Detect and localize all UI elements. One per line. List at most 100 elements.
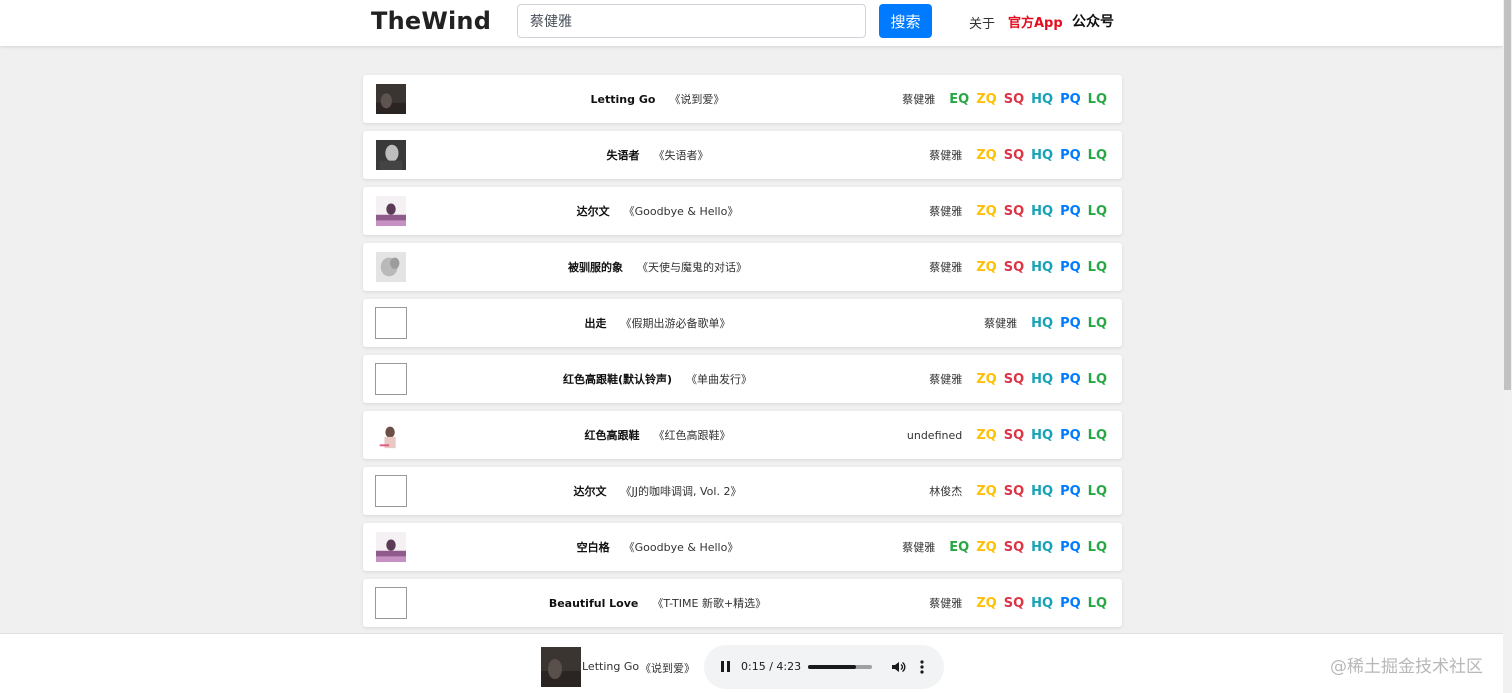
song-title-area[interactable]: 被驯服的象 《天使与魔鬼的对话》 <box>423 243 892 291</box>
song-row[interactable]: 红色高跟鞋 《红色高跟鞋》 undefined ZQ SQ HQ PQ LQ <box>363 411 1122 459</box>
quality-link-pq[interactable]: PQ <box>1060 316 1081 331</box>
quality-link-eq[interactable]: EQ <box>949 92 969 107</box>
quality-link-lq[interactable]: LQ <box>1088 428 1107 443</box>
song-row[interactable]: Beautiful Love 《T-TIME 新歌+精选》 蔡健雅 ZQ SQ HQ PQ L… <box>363 579 1122 627</box>
search-input[interactable] <box>517 4 866 38</box>
quality-link-zq[interactable]: ZQ <box>976 540 996 555</box>
song-row[interactable]: 出走 《假期出游必备歌单》 蔡健雅 HQ PQ LQ <box>363 299 1122 347</box>
song-name[interactable]: 红色高跟鞋 <box>585 427 640 443</box>
quality-link-lq[interactable]: LQ <box>1088 316 1107 331</box>
quality-link-hq[interactable]: HQ <box>1031 204 1053 219</box>
quality-link-hq[interactable]: HQ <box>1031 260 1053 275</box>
quality-link-hq[interactable]: HQ <box>1031 372 1053 387</box>
quality-link-lq[interactable]: LQ <box>1088 260 1107 275</box>
quality-link-hq[interactable]: HQ <box>1031 540 1053 555</box>
song-cover <box>375 139 407 171</box>
quality-link-pq[interactable]: PQ <box>1060 540 1081 555</box>
song-title-area[interactable]: 空白格 《Goodbye & Hello》 <box>423 523 892 571</box>
song-name[interactable]: 出走 <box>585 315 607 331</box>
quality-link-sq[interactable]: SQ <box>1004 260 1024 275</box>
more-options-icon[interactable] <box>919 659 925 675</box>
quality-link-pq[interactable]: PQ <box>1060 428 1081 443</box>
quality-link-hq[interactable]: HQ <box>1031 148 1053 163</box>
quality-link-lq[interactable]: LQ <box>1088 372 1107 387</box>
quality-link-lq[interactable]: LQ <box>1088 204 1107 219</box>
page-scrollbar[interactable] <box>1503 0 1512 693</box>
quality-link-zq[interactable]: ZQ <box>976 428 996 443</box>
song-name[interactable]: Letting Go <box>591 93 656 106</box>
cover-art-light-icon <box>376 420 406 450</box>
quality-link-pq[interactable]: PQ <box>1060 372 1081 387</box>
quality-link-sq[interactable]: SQ <box>1004 92 1024 107</box>
song-name[interactable]: 达尔文 <box>574 483 607 499</box>
quality-link-sq[interactable]: SQ <box>1004 372 1024 387</box>
song-row[interactable]: 红色高跟鞋(默认铃声) 《单曲发行》 蔡健雅 ZQ SQ HQ PQ LQ <box>363 355 1122 403</box>
song-name[interactable]: 空白格 <box>577 539 610 555</box>
quality-link-sq[interactable]: SQ <box>1004 428 1024 443</box>
quality-link-zq[interactable]: ZQ <box>976 484 996 499</box>
song-title-area[interactable]: 红色高跟鞋 《红色高跟鞋》 <box>423 411 892 459</box>
song-row[interactable]: 被驯服的象 《天使与魔鬼的对话》 蔡健雅 ZQ SQ HQ PQ LQ <box>363 243 1122 291</box>
song-quality-area: 蔡健雅 ZQ SQ HQ PQ LQ <box>929 355 1107 403</box>
quality-link-hq[interactable]: HQ <box>1031 428 1053 443</box>
song-album: 《失语者》 <box>653 149 709 162</box>
quality-link-zq[interactable]: ZQ <box>976 260 996 275</box>
quality-link-lq[interactable]: LQ <box>1088 540 1107 555</box>
song-row[interactable]: Letting Go 《说到爱》 蔡健雅 EQ ZQ SQ HQ PQ LQ <box>363 75 1122 123</box>
quality-link-eq[interactable]: EQ <box>949 540 969 555</box>
nav-link-wechat-account[interactable]: 公众号 <box>1072 11 1114 31</box>
quality-link-zq[interactable]: ZQ <box>976 372 996 387</box>
quality-link-sq[interactable]: SQ <box>1004 204 1024 219</box>
song-title-area[interactable]: Beautiful Love 《T-TIME 新歌+精选》 <box>423 579 892 627</box>
quality-link-lq[interactable]: LQ <box>1088 148 1107 163</box>
song-name[interactable]: 红色高跟鞋(默认铃声) <box>563 371 672 387</box>
quality-link-zq[interactable]: ZQ <box>976 596 996 611</box>
nav-link-about[interactable]: 关于 <box>969 13 995 32</box>
quality-link-hq[interactable]: HQ <box>1031 316 1053 331</box>
song-name[interactable]: 被驯服的象 <box>568 259 623 275</box>
site-logo[interactable]: TheWind <box>371 7 491 35</box>
quality-link-pq[interactable]: PQ <box>1060 260 1081 275</box>
song-row[interactable]: 空白格 《Goodbye & Hello》 蔡健雅 EQ ZQ SQ HQ PQ LQ <box>363 523 1122 571</box>
quality-link-pq[interactable]: PQ <box>1060 92 1081 107</box>
quality-link-sq[interactable]: SQ <box>1004 148 1024 163</box>
song-title-area[interactable]: 红色高跟鞋(默认铃声) 《单曲发行》 <box>423 355 892 403</box>
quality-link-hq[interactable]: HQ <box>1031 484 1053 499</box>
song-title-area[interactable]: 出走 《假期出游必备歌单》 <box>423 299 892 347</box>
song-title-area[interactable]: 达尔文 《JJ的咖啡调调, Vol. 2》 <box>423 467 892 515</box>
song-title-area[interactable]: 达尔文 《Goodbye & Hello》 <box>423 187 892 235</box>
seek-bar[interactable] <box>808 665 872 669</box>
search-button[interactable]: 搜索 <box>879 4 932 38</box>
nav-link-official-app[interactable]: 官方App <box>1008 12 1063 31</box>
quality-link-zq[interactable]: ZQ <box>976 92 996 107</box>
quality-link-sq[interactable]: SQ <box>1004 540 1024 555</box>
volume-icon[interactable] <box>890 659 906 675</box>
song-name[interactable]: Beautiful Love <box>549 597 639 610</box>
song-album: 《Goodbye & Hello》 <box>623 205 739 218</box>
song-name[interactable]: 失语者 <box>607 147 640 163</box>
song-row[interactable]: 失语者 《失语者》 蔡健雅 ZQ SQ HQ PQ LQ <box>363 131 1122 179</box>
quality-link-hq[interactable]: HQ <box>1031 596 1053 611</box>
song-name[interactable]: 达尔文 <box>577 203 610 219</box>
song-row[interactable]: 达尔文 《Goodbye & Hello》 蔡健雅 ZQ SQ HQ PQ LQ <box>363 187 1122 235</box>
quality-link-zq[interactable]: ZQ <box>976 204 996 219</box>
song-title-area[interactable]: Letting Go 《说到爱》 <box>423 75 892 123</box>
scrollbar-thumb[interactable] <box>1504 0 1511 390</box>
quality-link-pq[interactable]: PQ <box>1060 484 1081 499</box>
pause-icon[interactable] <box>720 661 732 673</box>
song-cover-broken-image <box>375 363 407 395</box>
quality-link-zq[interactable]: ZQ <box>976 148 996 163</box>
quality-link-lq[interactable]: LQ <box>1088 596 1107 611</box>
quality-link-hq[interactable]: HQ <box>1031 92 1053 107</box>
quality-link-pq[interactable]: PQ <box>1060 148 1081 163</box>
song-artist: 蔡健雅 <box>902 541 936 554</box>
song-title-area[interactable]: 失语者 《失语者》 <box>423 131 892 179</box>
music-player-bar: Letting Go 《说到爱》 0:15 / 4:23 <box>0 633 1503 693</box>
quality-link-lq[interactable]: LQ <box>1088 92 1107 107</box>
quality-link-pq[interactable]: PQ <box>1060 596 1081 611</box>
song-row[interactable]: 达尔文 《JJ的咖啡调调, Vol. 2》 林俊杰 ZQ SQ HQ PQ LQ <box>363 467 1122 515</box>
quality-link-sq[interactable]: SQ <box>1004 596 1024 611</box>
quality-link-sq[interactable]: SQ <box>1004 484 1024 499</box>
quality-link-pq[interactable]: PQ <box>1060 204 1081 219</box>
quality-link-lq[interactable]: LQ <box>1088 484 1107 499</box>
